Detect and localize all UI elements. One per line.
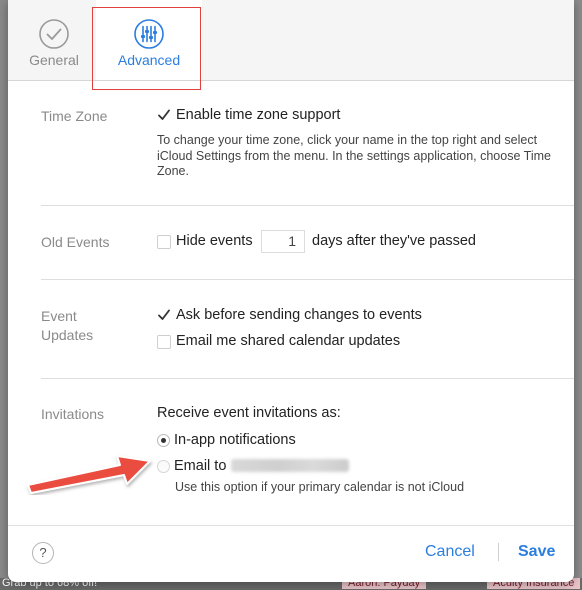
days-suffix-label: days after they've passed [312, 233, 476, 249]
hide-events-label: Hide events [176, 233, 253, 249]
tab-general-label: General [29, 52, 79, 68]
ask-before-sending-checkbox[interactable] [157, 308, 171, 322]
section-divider [41, 279, 574, 280]
ask-before-sending-label: Ask before sending changes to events [176, 307, 422, 323]
email-to-radio[interactable] [157, 460, 170, 473]
email-shared-updates-label: Email me shared calendar updates [176, 333, 401, 349]
background-calendar-left [0, 0, 8, 590]
email-option-help-text: Use this option if your primary calendar… [175, 480, 465, 494]
help-button[interactable]: ? [32, 542, 54, 564]
annotation-arrow-icon [27, 455, 151, 494]
in-app-notifications-radio[interactable] [157, 434, 170, 447]
time-zone-checkbox[interactable] [157, 108, 171, 122]
days-input[interactable]: 1 [261, 230, 305, 253]
invitations-heading: Receive event invitations as: [157, 405, 341, 421]
checkmark-icon [158, 309, 170, 320]
hide-events-checkbox[interactable] [157, 235, 171, 249]
old-events-label: Old Events [41, 234, 110, 250]
calendar-preferences-dialog: General Advanced Time Zone Enable time z… [8, 0, 574, 582]
footer-divider [8, 525, 574, 526]
section-divider [41, 378, 574, 379]
tab-advanced-label: Advanced [117, 52, 181, 68]
email-to-label: Email to [174, 458, 227, 474]
sliders-icon [134, 19, 164, 49]
save-button[interactable]: Save [518, 543, 555, 561]
email-shared-updates-checkbox[interactable] [157, 335, 171, 349]
time-zone-label: Time Zone [41, 108, 108, 124]
redacted-email-address [231, 459, 349, 472]
invitations-label: Invitations [41, 406, 105, 422]
event-updates-label: Event Updates [41, 308, 94, 343]
tab-general[interactable]: General [20, 0, 88, 80]
tab-advanced[interactable]: Advanced [96, 0, 202, 80]
button-separator [498, 543, 499, 561]
in-app-notifications-label: In-app notifications [174, 432, 296, 448]
checkmark-circle-icon [39, 19, 69, 49]
checkmark-icon [158, 109, 170, 120]
preferences-toolbar: General Advanced [8, 0, 574, 81]
time-zone-help-text: To change your time zone, click your nam… [157, 133, 551, 178]
section-divider [41, 205, 574, 206]
time-zone-checkbox-label: Enable time zone support [176, 107, 341, 123]
cancel-button[interactable]: Cancel [425, 543, 475, 561]
